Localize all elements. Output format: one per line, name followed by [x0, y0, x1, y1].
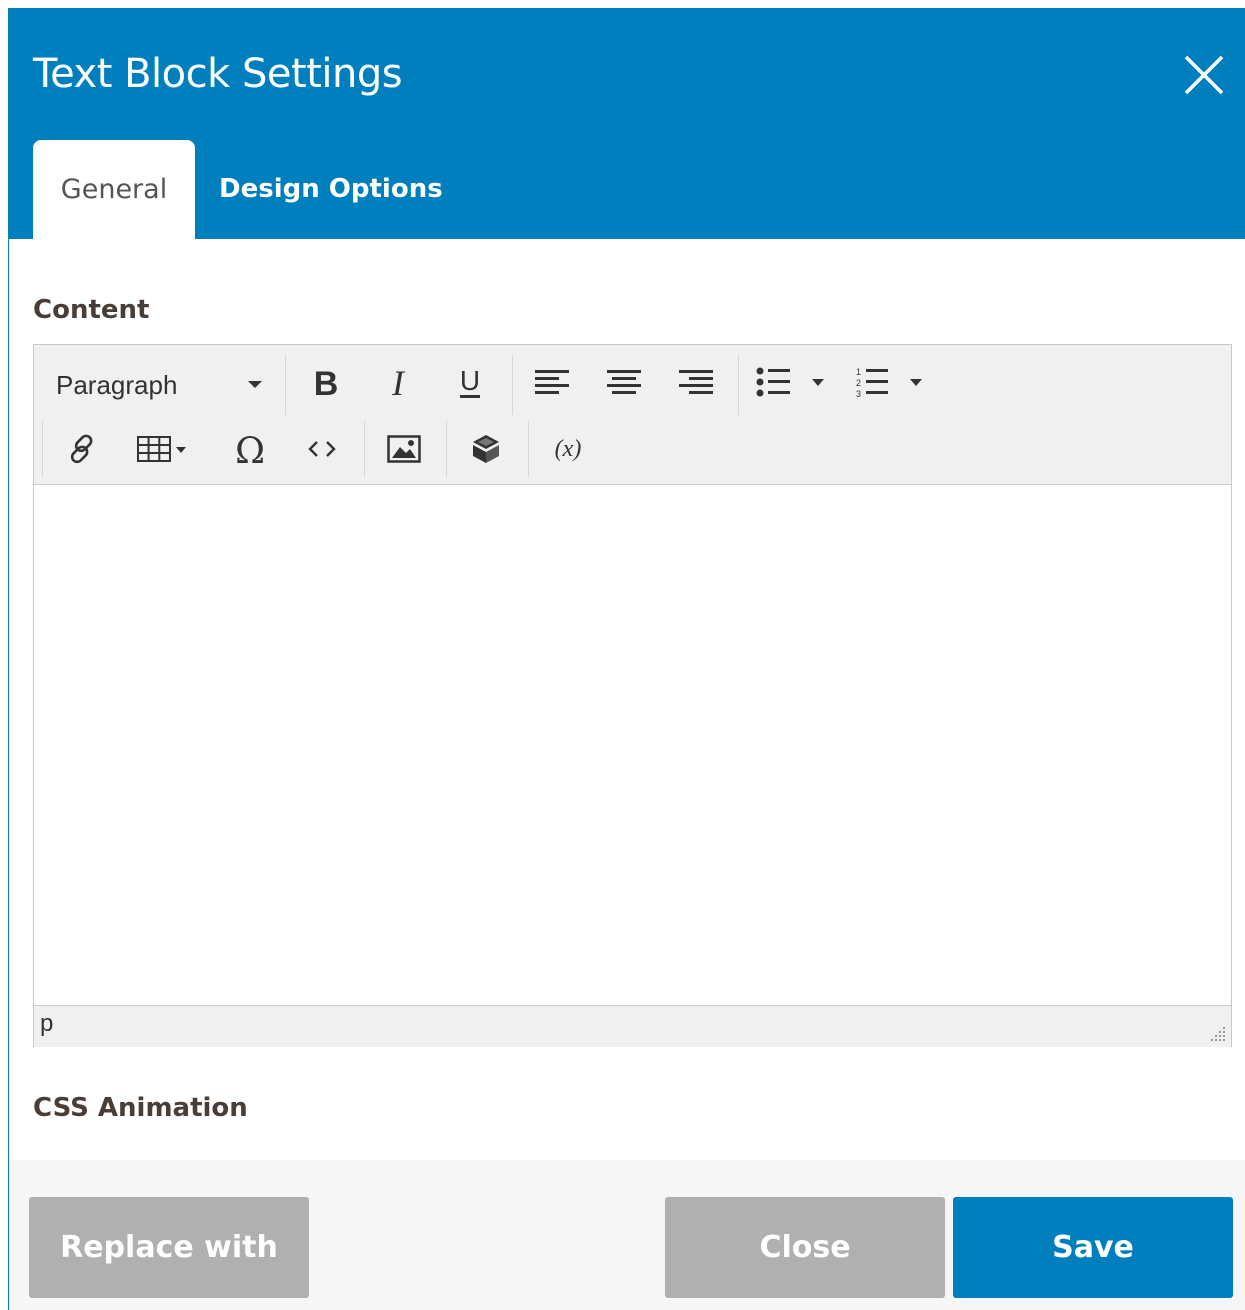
image-icon[interactable] [382, 427, 426, 471]
format-select-value: Paragraph [56, 370, 178, 400]
svg-text:B: B [314, 366, 339, 400]
svg-text:2: 2 [856, 378, 861, 388]
toolbar-divider [446, 421, 447, 477]
editor-toolbar: Paragraph B I U 1 2 3 Ω (x) [34, 345, 1231, 485]
table-icon [137, 436, 186, 462]
replace-with-button[interactable]: Replace with [29, 1197, 309, 1298]
bullet-list-button[interactable] [754, 361, 834, 405]
bold-icon[interactable]: B [304, 361, 348, 405]
content-label: Content [33, 295, 150, 325]
rich-text-editor: Paragraph B I U 1 2 3 Ω (x) p [33, 344, 1232, 1047]
format-select[interactable]: Paragraph [56, 363, 276, 407]
toolbar-divider [42, 421, 43, 477]
chevron-down-icon [248, 381, 262, 388]
svg-text:U: U [460, 366, 480, 396]
editor-content-area[interactable] [34, 485, 1231, 1005]
svg-text:1: 1 [856, 367, 861, 377]
toolbar-divider [512, 355, 513, 415]
code-icon[interactable] [300, 427, 344, 471]
numbered-list-button[interactable]: 1 2 3 [852, 361, 932, 405]
variable-icon[interactable]: (x) [546, 427, 590, 471]
svg-text:Ω: Ω [235, 431, 265, 467]
css-animation-label: CSS Animation [33, 1093, 248, 1123]
close-button[interactable]: Close [665, 1197, 945, 1298]
underline-icon[interactable]: U [448, 361, 492, 405]
dialog-title: Text Block Settings [33, 51, 403, 97]
toolbar-divider [738, 355, 739, 415]
align-right-icon[interactable] [674, 361, 718, 405]
resize-handle-icon[interactable] [1209, 1025, 1227, 1043]
svg-text:I: I [391, 366, 406, 400]
toolbar-divider [285, 355, 286, 415]
align-left-icon[interactable] [530, 361, 574, 405]
editor-statusbar: p [34, 1005, 1231, 1047]
toolbar-divider [364, 421, 365, 477]
toolbar-divider [528, 421, 529, 477]
omega-icon[interactable]: Ω [228, 427, 272, 471]
svg-text:3: 3 [856, 389, 861, 399]
svg-text:(x): (x) [555, 436, 582, 462]
bullet-list-icon [756, 367, 824, 397]
widget-icon[interactable] [464, 427, 508, 471]
tab-design-options[interactable]: Design Options [219, 140, 449, 239]
link-icon[interactable] [60, 427, 104, 471]
numbered-list-icon: 1 2 3 [856, 367, 922, 399]
settings-dialog: Text Block Settings General Design Optio… [8, 8, 1245, 1310]
save-button[interactable]: Save [953, 1197, 1233, 1298]
element-path[interactable]: p [40, 1010, 53, 1038]
table-button[interactable] [134, 427, 198, 471]
tab-general[interactable]: General [33, 140, 195, 239]
align-center-icon[interactable] [602, 361, 646, 405]
italic-icon[interactable]: I [376, 361, 420, 405]
dialog-header: Text Block Settings General Design Optio… [9, 8, 1245, 239]
close-icon[interactable] [1183, 54, 1225, 96]
